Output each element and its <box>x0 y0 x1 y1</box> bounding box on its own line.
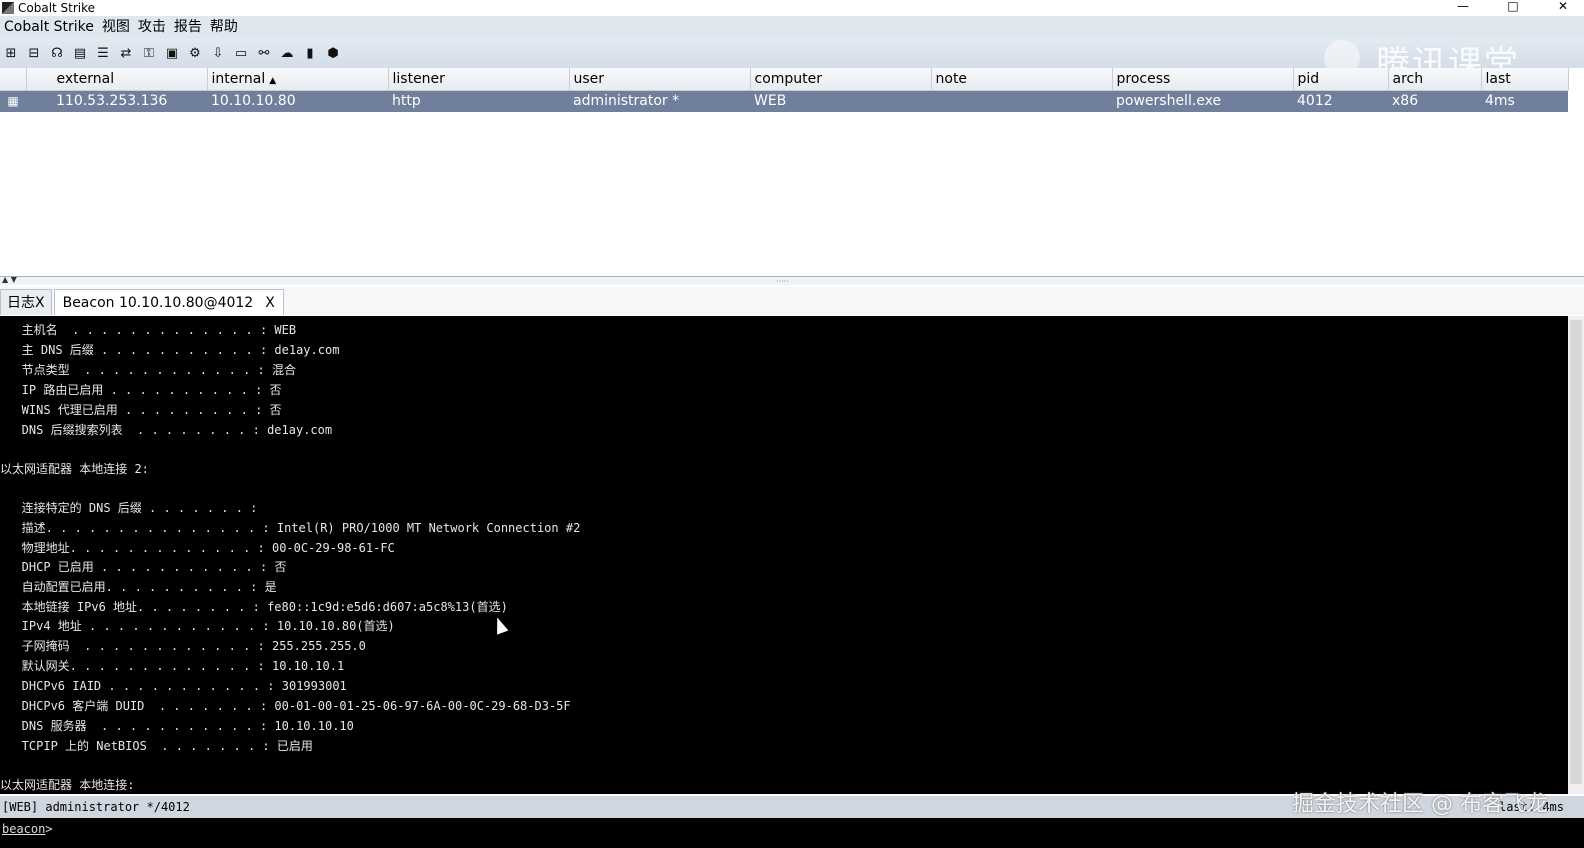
app-icon <box>2 2 14 14</box>
console-line: 子网掩码 . . . . . . . . . . . . : 255.255.2… <box>0 639 366 653</box>
watermark-bottom: 掘金技术社区 @ 布客飞龙 <box>1292 792 1548 817</box>
cell-last: 4ms <box>1481 90 1568 112</box>
cell-external: 110.53.253.136 <box>26 90 207 112</box>
keys-icon[interactable]: ⚿ <box>140 44 158 62</box>
header-user[interactable]: user <box>569 68 751 91</box>
gear-icon[interactable]: ⚙ <box>186 44 204 62</box>
console-line: DHCP 已启用 . . . . . . . . . . . : 否 <box>0 560 287 574</box>
console-line: 以太网适配器 本地连接: <box>0 778 135 792</box>
prompt-symbol: > <box>45 822 53 836</box>
tab-beacon[interactable]: Beacon 10.10.10.80@4012 X <box>53 289 284 315</box>
cell-process: powershell.exe <box>1112 90 1293 112</box>
console-line: 本地链接 IPv6 地址. . . . . . . . : fe80::1c9d… <box>0 600 508 614</box>
beacon-console-output: 主机名 . . . . . . . . . . . . . : WEB 主 DN… <box>0 316 1568 794</box>
add-icon[interactable]: ⊞ <box>2 44 20 62</box>
console-line: TCPIP 上的 NetBIOS . . . . . . . : 已启用 <box>0 739 313 753</box>
cell-computer: WEB <box>750 90 931 112</box>
tab-log[interactable]: 日志X <box>0 289 52 315</box>
header-note[interactable]: note <box>931 68 1113 91</box>
header-internal[interactable]: internal ▲ <box>207 68 389 91</box>
status-session: [WEB] administrator */4012 <box>2 800 190 814</box>
tab-bar: 日志X Beacon 10.10.10.80@4012 X <box>0 287 1584 315</box>
scrollbar-thumb[interactable] <box>1570 320 1582 784</box>
beacon-command-input[interactable]: beacon> <box>0 818 1584 848</box>
connect-icon[interactable]: ⊟ <box>25 44 43 62</box>
console-line: DNS 服务器 . . . . . . . . . . . : 10.10.10… <box>0 719 354 733</box>
cell-user: administrator * <box>569 90 750 112</box>
cell-internal: 10.10.10.80 <box>207 90 388 112</box>
console-line: 自动配置已启用. . . . . . . . . . : 是 <box>0 580 277 594</box>
link-icon[interactable]: ⚯ <box>255 44 273 62</box>
pivot-icon[interactable]: ⇄ <box>117 44 135 62</box>
sessions-table: external internal ▲ listener user compute… <box>0 68 1584 277</box>
minimize-icon[interactable]: — <box>1456 0 1470 12</box>
console-line: 物理地址. . . . . . . . . . . . . : 00-0C-29… <box>0 541 395 555</box>
table-row[interactable]: ▦ 110.53.253.136 10.10.10.80 http admini… <box>0 90 1568 112</box>
beacon-session-icon: ▦ <box>0 90 26 112</box>
console-line: DHCPv6 IAID . . . . . . . . . . . : 3019… <box>0 679 347 693</box>
table-header: external internal ▲ listener user compute… <box>0 68 1569 91</box>
cell-note <box>931 90 1112 112</box>
menu-reports[interactable]: 报告 <box>170 16 206 38</box>
header-process[interactable]: process <box>1112 68 1294 91</box>
package-icon[interactable]: ⬢ <box>324 44 342 62</box>
targets-icon[interactable]: ▤ <box>71 44 89 62</box>
menu-help[interactable]: 帮助 <box>206 16 242 38</box>
console-line: WINS 代理已启用 . . . . . . . . . : 否 <box>0 403 282 417</box>
console-line: 主 DNS 后缀 . . . . . . . . . . . : de1ay.c… <box>0 343 340 357</box>
console-line: IP 路由已启用 . . . . . . . . . . : 否 <box>0 383 282 397</box>
cloud-icon[interactable]: ☁ <box>278 44 296 62</box>
splitter-grip-icon: ····· <box>776 277 789 286</box>
tab-close-icon[interactable]: X <box>35 295 45 311</box>
sort-asc-icon: ▲ <box>269 75 277 86</box>
header-last[interactable]: last <box>1481 68 1569 91</box>
header-external[interactable]: external <box>26 68 208 91</box>
cell-arch: x86 <box>1388 90 1481 112</box>
console-line: 默认网关. . . . . . . . . . . . . : 10.10.10… <box>0 659 345 673</box>
beacon-prompt: beacon <box>2 822 46 836</box>
list-icon[interactable]: ☰ <box>94 44 112 62</box>
console-line: DHCPv6 客户端 DUID . . . . . . . : 00-01-00… <box>0 699 571 713</box>
console-line: DNS 后缀搜索列表 . . . . . . . . : de1ay.com <box>0 423 333 437</box>
menu-view[interactable]: 视图 <box>98 16 134 38</box>
title-bar: Cobalt Strike — □ ✕ <box>0 0 1584 16</box>
console-line: 描述. . . . . . . . . . . . . . . : Intel(… <box>0 521 581 535</box>
close-icon[interactable]: ✕ <box>1556 0 1570 12</box>
menu-bar: Cobalt Strike 视图 攻击 报告 帮助 <box>0 16 1584 38</box>
maximize-icon[interactable]: □ <box>1506 0 1520 12</box>
download-icon[interactable]: ⇩ <box>209 44 227 62</box>
console-line: 节点类型 . . . . . . . . . . . . : 混合 <box>0 363 296 377</box>
headphones-icon[interactable]: ☊ <box>48 44 66 62</box>
book-icon[interactable]: ▮ <box>301 44 319 62</box>
menu-attacks[interactable]: 攻击 <box>134 16 170 38</box>
console-line: 连接特定的 DNS 后缀 . . . . . . . : <box>0 501 258 515</box>
header-listener[interactable]: listener <box>388 68 570 91</box>
console-line: 主机名 . . . . . . . . . . . . . : WEB <box>0 323 297 337</box>
console-line: IPv4 地址 . . . . . . . . . . . . : 10.10.… <box>0 619 395 633</box>
collapse-arrows-icon[interactable]: ▲ ▼ <box>2 275 17 284</box>
header-icon-col <box>0 68 27 91</box>
cell-listener: http <box>388 90 569 112</box>
window-controls: — □ ✕ <box>1456 0 1570 12</box>
terminal-icon[interactable]: ▭ <box>232 44 250 62</box>
tab-close-icon[interactable]: X <box>265 295 275 311</box>
menu-cobalt-strike[interactable]: Cobalt Strike <box>0 16 98 38</box>
header-computer[interactable]: computer <box>750 68 932 91</box>
header-arch[interactable]: arch <box>1388 68 1482 91</box>
console-line: 以太网适配器 本地连接 2: <box>0 462 149 476</box>
window-title: Cobalt Strike <box>18 1 96 15</box>
console-scrollbar[interactable] <box>1568 316 1584 794</box>
pane-splitter[interactable]: ▲ ▼ ····· <box>0 275 1584 286</box>
header-pid[interactable]: pid <box>1293 68 1389 91</box>
cell-pid: 4012 <box>1293 90 1388 112</box>
image-icon[interactable]: ▣ <box>163 44 181 62</box>
